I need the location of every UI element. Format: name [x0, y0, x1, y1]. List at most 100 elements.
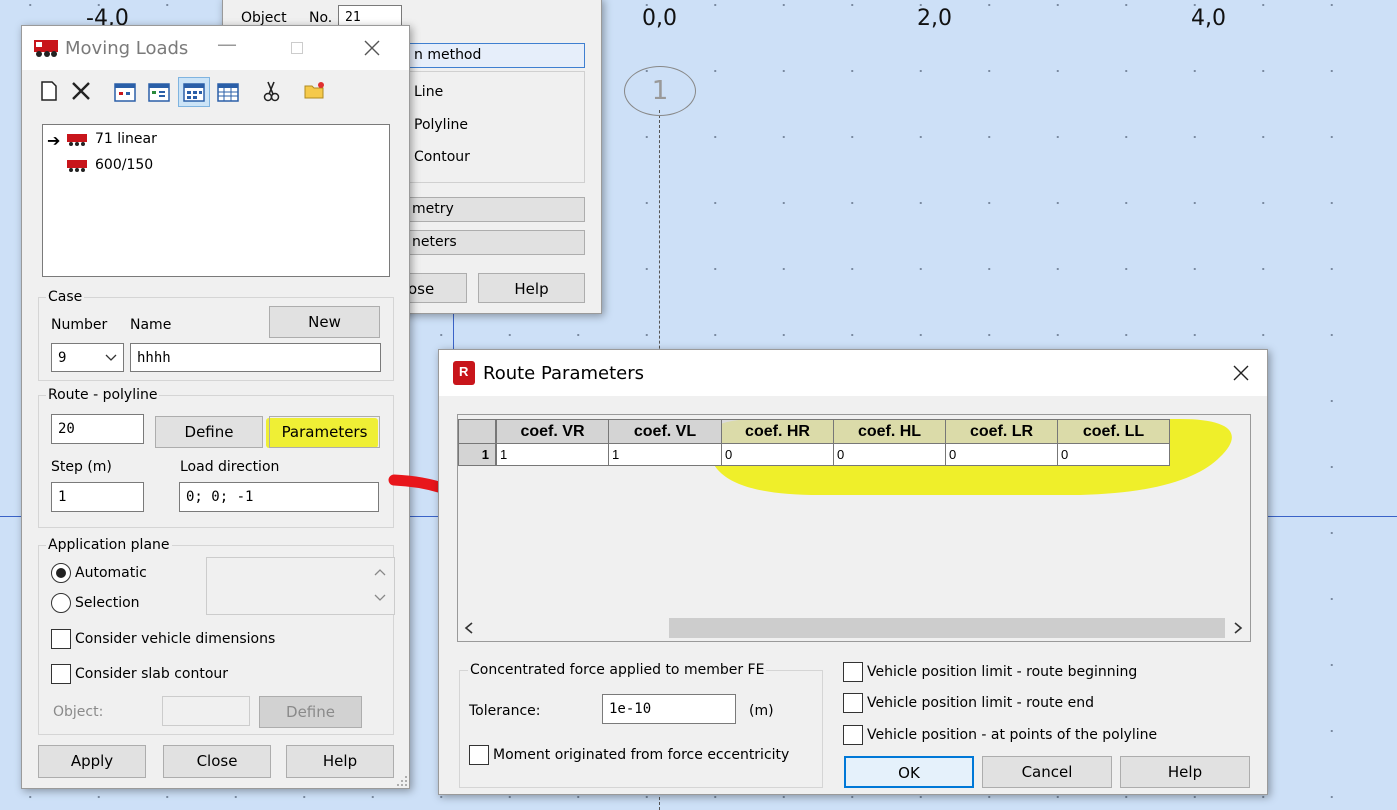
selection-list[interactable] — [206, 557, 395, 615]
route-parameters-window: R Route Parameters coef. VR coef. VL coe… — [438, 349, 1268, 795]
parameters-grid[interactable]: coef. VR coef. VL coef. HR coef. HL coef… — [457, 414, 1251, 642]
delete-icon[interactable] — [70, 80, 92, 102]
row-index[interactable]: 1 — [458, 444, 496, 466]
vehicle-tree[interactable]: ➔ 71 linear 600/150 — [42, 124, 390, 277]
help-button[interactable]: Help — [1120, 756, 1250, 788]
truck-icon — [34, 40, 58, 57]
svg-text:R: R — [459, 364, 469, 379]
case-group-label: Case — [46, 289, 85, 305]
no-label: No. — [309, 10, 333, 26]
tolerance-input[interactable]: 1e-10 — [602, 694, 736, 724]
table-cell[interactable]: 0 — [721, 444, 834, 466]
view3-icon[interactable] — [183, 82, 205, 104]
table-cell[interactable]: 0 — [1057, 444, 1170, 466]
object-label: Object: — [53, 704, 104, 720]
table-cell[interactable]: 1 — [608, 444, 722, 466]
define-object-button[interactable]: Define — [259, 696, 362, 728]
case-name-label: Name — [130, 317, 172, 333]
truck-icon — [67, 134, 87, 146]
limit-route-end-label: Vehicle position limit - route end — [867, 695, 1094, 711]
automatic-radio[interactable] — [51, 563, 71, 583]
grid-corner — [458, 419, 496, 444]
column-header[interactable]: coef. VR — [496, 419, 609, 444]
table-cell[interactable]: 1 — [496, 444, 609, 466]
window-title: Moving Loads — [65, 38, 189, 59]
axis-label-4: 4,0 — [1191, 6, 1226, 31]
case-number-select[interactable]: 9 — [51, 343, 124, 372]
parameters-button[interactable]: Parameters — [269, 416, 380, 448]
column-header[interactable]: coef. HL — [833, 419, 946, 444]
parameters-section[interactable]: neters — [409, 230, 585, 255]
help-button-back[interactable]: Help — [478, 273, 585, 303]
consider-slab-checkbox[interactable] — [51, 664, 71, 684]
scroll-left-icon[interactable] — [464, 622, 474, 634]
step-input[interactable]: 1 — [51, 482, 144, 512]
title-bar[interactable]: R Route Parameters — [439, 350, 1267, 396]
tree-item-label[interactable]: 71 linear — [95, 131, 157, 147]
polyline-points-label: Vehicle position - at points of the poly… — [867, 727, 1158, 743]
load-direction-label: Load direction — [180, 459, 280, 475]
object-input[interactable] — [162, 696, 250, 726]
column-header[interactable]: coef. LR — [945, 419, 1058, 444]
table-cell[interactable]: 0 — [945, 444, 1058, 466]
consider-vehicle-checkbox[interactable] — [51, 629, 71, 649]
new-icon[interactable] — [38, 80, 60, 102]
new-case-button[interactable]: New — [269, 306, 380, 338]
option-polyline[interactable]: Polyline — [414, 117, 468, 133]
cancel-button[interactable]: Cancel — [982, 756, 1112, 788]
method-header[interactable]: n method — [409, 43, 585, 68]
automatic-label: Automatic — [75, 565, 147, 581]
axis-label-0: 0,0 — [642, 6, 677, 31]
scrollbar-thumb[interactable] — [669, 618, 1225, 638]
tolerance-unit: (m) — [749, 703, 774, 719]
column-header[interactable]: coef. LL — [1057, 419, 1170, 444]
option-contour[interactable]: Contour — [414, 149, 470, 165]
view1-icon[interactable] — [114, 82, 136, 104]
resize-grip-icon[interactable] — [396, 775, 408, 787]
consider-slab-label: Consider slab contour — [75, 666, 229, 682]
selection-label: Selection — [75, 595, 140, 611]
scroll-right-icon[interactable] — [1233, 622, 1243, 634]
case-name-input[interactable]: hhhh — [130, 343, 381, 372]
moment-eccentricity-checkbox[interactable] — [469, 745, 489, 765]
view2-icon[interactable] — [148, 82, 170, 104]
ok-button[interactable]: OK — [844, 756, 974, 788]
chevron-down-icon[interactable] — [374, 594, 386, 602]
horizontal-scrollbar[interactable] — [458, 615, 1250, 641]
option-line[interactable]: Line — [414, 84, 443, 100]
table-icon[interactable] — [217, 82, 239, 104]
column-header[interactable]: coef. VL — [608, 419, 722, 444]
close-icon[interactable] — [1233, 365, 1249, 381]
apply-button[interactable]: Apply — [38, 745, 146, 778]
open-folder-icon[interactable] — [304, 80, 326, 102]
table-cell[interactable]: 0 — [833, 444, 946, 466]
cut-icon[interactable] — [260, 80, 282, 102]
concentrated-force-label: Concentrated force applied to member FE — [468, 662, 767, 678]
limit-route-beginning-checkbox[interactable] — [843, 662, 863, 682]
geometry-section[interactable]: metry — [409, 197, 585, 222]
moment-eccentricity-label: Moment originated from force eccentricit… — [493, 747, 790, 763]
axis-label-2: 2,0 — [917, 6, 952, 31]
close-icon[interactable] — [364, 40, 380, 56]
maximize-icon[interactable] — [291, 42, 303, 54]
case-number-label: Number — [51, 317, 108, 333]
chevron-down-icon — [105, 354, 117, 361]
close-button[interactable]: Close — [163, 745, 271, 778]
define-route-button[interactable]: Define — [155, 416, 263, 448]
app-logo-icon: R — [453, 361, 475, 385]
selection-radio[interactable] — [51, 593, 71, 613]
node-marker[interactable]: 1 — [624, 66, 696, 116]
minimize-icon[interactable]: — — [217, 32, 237, 56]
step-label: Step (m) — [51, 459, 112, 475]
truck-icon — [67, 160, 87, 172]
route-number-input[interactable]: 20 — [51, 414, 144, 444]
load-direction-input[interactable]: 0; 0; -1 — [179, 482, 379, 512]
limit-route-end-checkbox[interactable] — [843, 693, 863, 713]
polyline-points-checkbox[interactable] — [843, 725, 863, 745]
consider-vehicle-label: Consider vehicle dimensions — [75, 631, 276, 647]
title-bar[interactable]: Moving Loads — — [22, 26, 409, 70]
column-header[interactable]: coef. HR — [721, 419, 834, 444]
chevron-up-icon[interactable] — [374, 568, 386, 576]
help-button[interactable]: Help — [286, 745, 394, 778]
tree-item-label[interactable]: 600/150 — [95, 157, 153, 173]
